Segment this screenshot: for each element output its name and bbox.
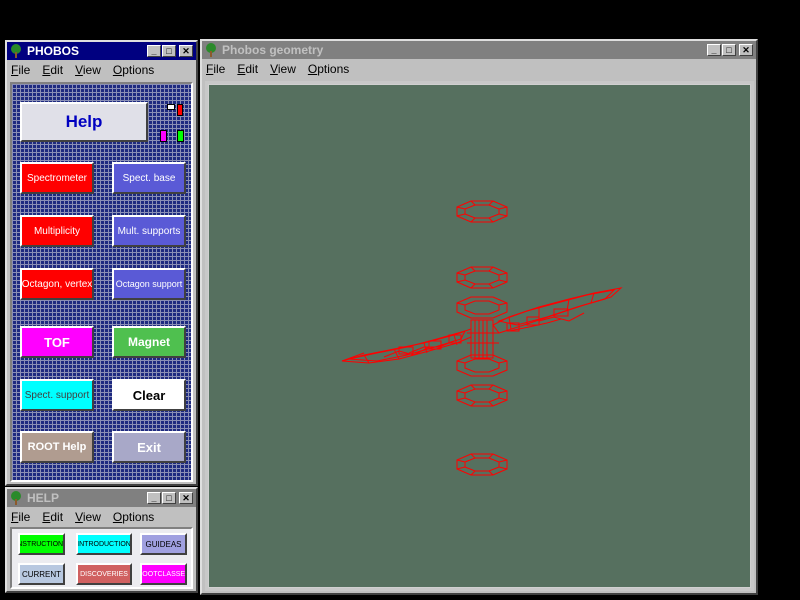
menu-view[interactable]: View [270, 62, 296, 76]
geometry-titlebar[interactable]: Phobos geometry _ □ ✕ [202, 41, 756, 59]
menu-edit[interactable]: Edit [42, 63, 63, 77]
help-button-panel: INSTRUCTIONS INTRODUCTION GUIDEAS CURREN… [10, 527, 193, 589]
spectrometer-button[interactable]: Spectrometer [20, 162, 94, 194]
spect-base-button[interactable]: Spect. base [112, 162, 186, 194]
geometry-canvas[interactable] [208, 84, 751, 588]
window-title: HELP [27, 491, 60, 505]
menu-edit[interactable]: Edit [42, 510, 63, 524]
window-title: PHOBOS [27, 44, 80, 58]
phobos-titlebar[interactable]: PHOBOS _ □ ✕ [7, 42, 196, 60]
red-swatch[interactable] [177, 104, 183, 116]
help-titlebar[interactable]: HELP _ □ ✕ [7, 489, 196, 507]
maximize-icon[interactable]: □ [722, 44, 736, 56]
menu-options[interactable]: Options [113, 510, 154, 524]
menu-view[interactable]: View [75, 63, 101, 77]
menu-options[interactable]: Options [113, 63, 154, 77]
close-icon[interactable]: ✕ [179, 492, 193, 504]
canvas-frame [205, 81, 754, 591]
menu-file[interactable]: File [206, 62, 225, 76]
spectrometer-arm-left [341, 328, 472, 364]
clear-button[interactable]: Clear [112, 379, 186, 411]
octagon-ring-2 [456, 266, 508, 289]
detector-wireframe [341, 200, 623, 476]
introduction-button[interactable]: INTRODUCTION [76, 533, 132, 555]
menu-file[interactable]: File [11, 63, 30, 77]
magnet-button[interactable]: Magnet [112, 326, 186, 358]
tree-icon [206, 43, 216, 57]
octagon-vertex-button[interactable]: Octagon, vertex [20, 268, 94, 300]
menu-file[interactable]: File [11, 510, 30, 524]
octagon-ring-1 [456, 200, 508, 223]
minimize-icon[interactable]: _ [147, 492, 161, 504]
help-window: HELP _ □ ✕ File Edit View Options INSTRU… [5, 487, 198, 593]
magenta-swatch[interactable] [160, 130, 167, 142]
menu-view[interactable]: View [75, 510, 101, 524]
maximize-icon[interactable]: □ [162, 45, 176, 57]
white-swatch[interactable] [167, 104, 175, 110]
spect-support-button[interactable]: Spect. support [20, 379, 94, 411]
minimize-icon[interactable]: _ [707, 44, 721, 56]
tree-icon [11, 44, 21, 58]
help-menubar: File Edit View Options [7, 507, 196, 526]
spectrometer-arm-right [492, 287, 623, 334]
menu-options[interactable]: Options [308, 62, 349, 76]
menu-edit[interactable]: Edit [237, 62, 258, 76]
mult-supports-button[interactable]: Mult. supports [112, 215, 186, 247]
rootclasses-button[interactable]: ROOTCLASSES [140, 563, 187, 585]
maximize-icon[interactable]: □ [162, 492, 176, 504]
tree-icon [11, 491, 21, 505]
vertex-detector [467, 319, 499, 359]
close-icon[interactable]: ✕ [739, 44, 753, 56]
octagon-ring-6 [456, 453, 508, 476]
discoveries-button[interactable]: DISCOVERIES [76, 563, 132, 585]
octagon-support-button[interactable]: Octagon support [112, 268, 186, 300]
window-title: Phobos geometry [222, 43, 324, 57]
phobos-window: PHOBOS _ □ ✕ File Edit View Options Help… [5, 40, 198, 486]
tof-button[interactable]: TOF [20, 326, 94, 358]
instructions-button[interactable]: INSTRUCTIONS [18, 533, 65, 555]
guideas-button[interactable]: GUIDEAS [140, 533, 187, 555]
green-swatch[interactable] [177, 130, 184, 142]
root-help-button[interactable]: ROOT Help [20, 431, 94, 463]
current-button[interactable]: CURRENT [18, 563, 65, 585]
exit-button[interactable]: Exit [112, 431, 186, 463]
octagon-ring-5 [456, 384, 508, 407]
button-panel: Help Spectrometer Spect. base Multiplici… [10, 82, 193, 482]
octagon-ring-3 [456, 296, 508, 319]
geometry-window: Phobos geometry _ □ ✕ File Edit View Opt… [200, 39, 758, 595]
close-icon[interactable]: ✕ [179, 45, 193, 57]
help-button[interactable]: Help [20, 102, 148, 142]
phobos-menubar: File Edit View Options [7, 60, 196, 79]
geometry-menubar: File Edit View Options [202, 59, 756, 78]
minimize-icon[interactable]: _ [147, 45, 161, 57]
multiplicity-button[interactable]: Multiplicity [20, 215, 94, 247]
